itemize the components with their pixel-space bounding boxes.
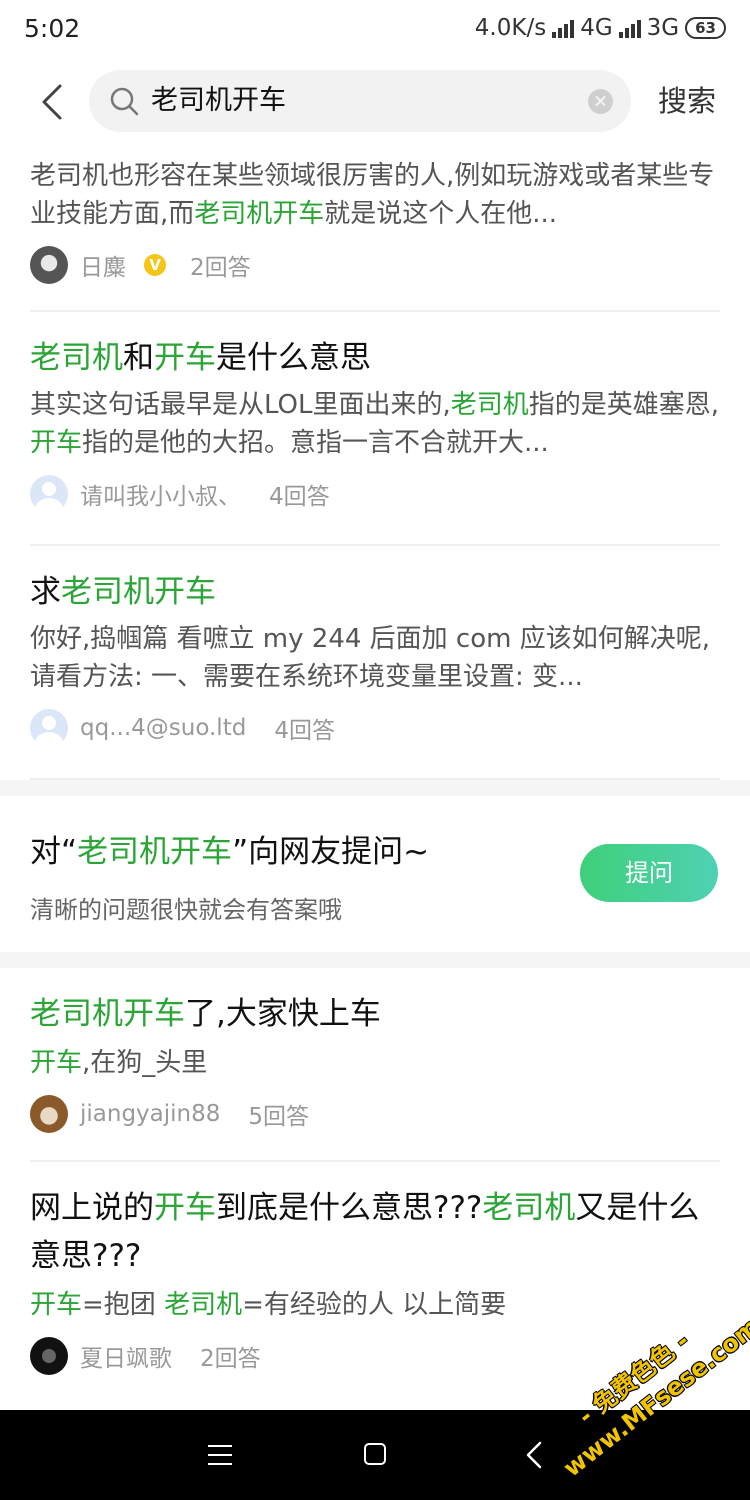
- search-input[interactable]: 老司机开车: [151, 70, 286, 132]
- divider: [30, 544, 720, 546]
- highlighted-keyword: 老司机: [482, 1190, 576, 1226]
- answer-count: 2回答: [190, 255, 251, 281]
- answer-count: 4回答: [269, 484, 330, 510]
- signal-icon-2: [618, 18, 641, 38]
- avatar: [30, 709, 68, 747]
- back-arrow-icon[interactable]: [36, 82, 72, 122]
- text-fragment: =有经验的人 以上简要: [242, 1290, 507, 1320]
- result-item-2[interactable]: 老司机和开车是什么意思 其实这句话最早是从LOL里面出来的,老司机指的是英雄塞恩…: [30, 334, 720, 514]
- author-name: 请叫我小小叔、: [80, 484, 241, 510]
- ask-button[interactable]: 提问: [580, 844, 718, 902]
- text-fragment: 你好,捣帼篇 看嗻立 my 244 后面加 com 应该如何解决呢,请看方法: …: [30, 624, 710, 692]
- result-snippet: 老司机也形容在某些领域很厉害的人,例如玩游戏或者某些专业技能方面,而老司机开车就…: [30, 157, 720, 233]
- network-speed: 4.0K/s: [474, 15, 547, 41]
- result-item-5[interactable]: 网上说的开车到底是什么意思???老司机又是什么意思??? 开车=抱团 老司机=有…: [30, 1184, 720, 1376]
- status-time: 5:02: [24, 13, 81, 43]
- result-title: 求老司机开车: [30, 568, 720, 616]
- author-name: jiangyajin88: [80, 1101, 221, 1127]
- search-button[interactable]: 搜索: [658, 68, 716, 134]
- result-meta: jiangyajin88 5回答: [30, 1094, 720, 1134]
- battery-icon: 63: [685, 17, 726, 39]
- verified-badge-icon: V: [144, 254, 166, 276]
- author-name: 夏日飒歌: [80, 1346, 172, 1372]
- text-fragment: 就是说这个人在他...: [324, 199, 558, 229]
- result-meta: 请叫我小小叔、 4回答: [30, 474, 720, 514]
- search-box[interactable]: 老司机开车: [89, 70, 631, 132]
- status-indicators: 4.0K/s 4G 3G 63: [475, 15, 726, 41]
- answer-count: 2回答: [200, 1346, 261, 1372]
- highlighted-keyword: 老司机开车: [61, 574, 216, 610]
- result-meta: 日麋 V 2回答: [30, 245, 720, 285]
- avatar: [30, 1337, 68, 1375]
- clear-icon[interactable]: [588, 89, 613, 114]
- highlighted-keyword: 开车: [30, 428, 83, 458]
- highlighted-keyword: 开车: [154, 1190, 216, 1226]
- highlighted-keyword: 开车: [154, 340, 216, 376]
- menu-icon[interactable]: [208, 1445, 232, 1465]
- result-snippet: 其实这句话最早是从LOL里面出来的,老司机指的是英雄塞恩, 开车指的是他的大招。意…: [30, 386, 720, 462]
- answer-count: 4回答: [274, 718, 335, 744]
- highlighted-keyword: 开车: [30, 1048, 83, 1078]
- text-fragment: =抱团: [82, 1290, 165, 1320]
- author-name: qq...4@suo.ltd: [80, 715, 247, 741]
- result-item-1[interactable]: 老司机也形容在某些领域很厉害的人,例如玩游戏或者某些专业技能方面,而老司机开车就…: [30, 157, 720, 285]
- result-snippet: 开车=抱团 老司机=有经验的人 以上简要: [30, 1286, 720, 1324]
- search-header: 老司机开车 搜索: [0, 68, 750, 134]
- text-fragment: 到底是什么意思???: [216, 1190, 483, 1226]
- section-gap: [0, 780, 750, 796]
- text-fragment: ,在狗_头里: [82, 1048, 208, 1078]
- result-snippet: 开车,在狗_头里: [30, 1044, 720, 1082]
- avatar: [30, 246, 68, 284]
- text-fragment: 是什么意思: [216, 340, 371, 376]
- network-type-1: 4G: [580, 15, 613, 41]
- text-fragment: 其实这句话最早是从LOL里面出来的,: [30, 390, 451, 420]
- text-fragment: 求: [30, 574, 61, 610]
- text-fragment: 和: [123, 340, 154, 376]
- divider: [30, 1160, 720, 1162]
- section-gap: [0, 952, 750, 968]
- network-type-2: 3G: [646, 15, 680, 41]
- text-fragment: 指的是他的大招。意指一言不合就开大...: [82, 428, 549, 458]
- result-meta: qq...4@suo.ltd 4回答: [30, 708, 720, 748]
- home-icon[interactable]: [364, 1443, 386, 1465]
- ask-question-section: 对“老司机开车”向网友提问~ 清晰的问题很快就会有答案哦 提问: [0, 796, 750, 952]
- status-bar: 5:02 4.0K/s 4G 3G 63: [0, 0, 750, 56]
- avatar: [30, 475, 68, 513]
- ask-title: 对“老司机开车”向网友提问~: [30, 834, 430, 870]
- text-fragment: 网上说的: [30, 1190, 154, 1226]
- result-item-4[interactable]: 老司机开车了,大家快上车 开车,在狗_头里 jiangyajin88 5回答: [30, 990, 720, 1134]
- highlighted-keyword: 老司机开车: [194, 199, 325, 229]
- answer-count: 5回答: [248, 1104, 310, 1130]
- highlighted-keyword: 老司机: [450, 390, 529, 420]
- ask-subtitle: 清晰的问题很快就会有答案哦: [30, 896, 342, 924]
- author-name: 日麋: [80, 255, 126, 281]
- back-icon[interactable]: [524, 1440, 544, 1470]
- signal-icon: [552, 18, 575, 38]
- result-title: 网上说的开车到底是什么意思???老司机又是什么意思???: [30, 1184, 720, 1280]
- result-snippet: 你好,捣帼篇 看嗻立 my 244 后面加 com 应该如何解决呢,请看方法: …: [30, 620, 720, 696]
- highlighted-keyword: 老司机开车: [30, 996, 185, 1032]
- avatar: [30, 1095, 68, 1133]
- text-fragment: 了,大家快上车: [185, 996, 381, 1032]
- result-title: 老司机开车了,大家快上车: [30, 990, 720, 1038]
- highlighted-keyword: 开车: [30, 1290, 83, 1320]
- text-fragment: 指的是英雄塞恩,: [528, 390, 720, 420]
- highlighted-keyword: 老司机: [30, 340, 123, 376]
- search-icon: [110, 87, 139, 116]
- result-title: 老司机和开车是什么意思: [30, 334, 720, 382]
- divider: [30, 310, 720, 312]
- result-item-3[interactable]: 求老司机开车 你好,捣帼篇 看嗻立 my 244 后面加 com 应该如何解决呢…: [30, 568, 720, 748]
- highlighted-keyword: 老司机: [164, 1290, 243, 1320]
